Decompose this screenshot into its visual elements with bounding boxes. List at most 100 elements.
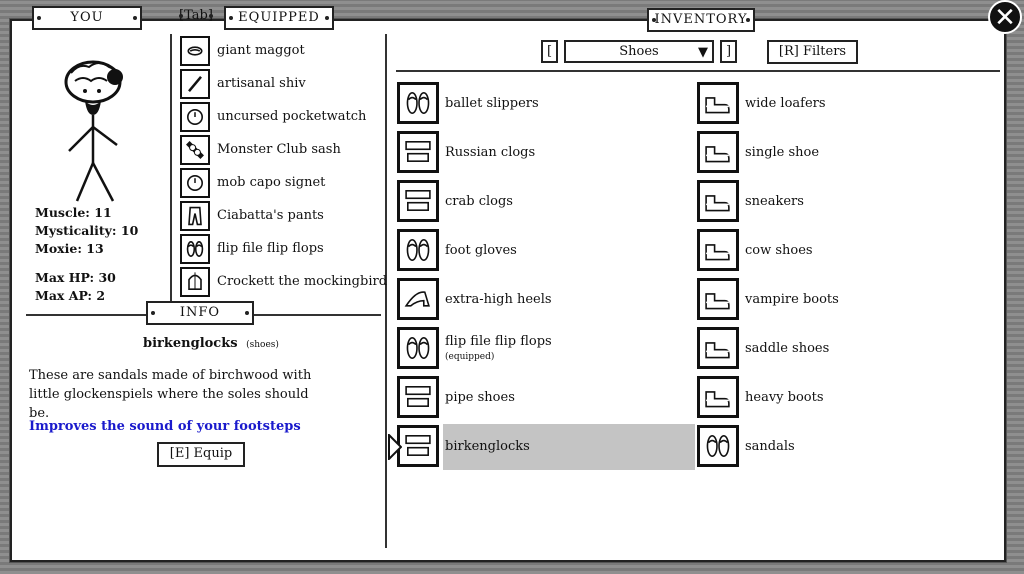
inventory-item-label: single shoe bbox=[745, 145, 819, 160]
inventory-item-name: extra-high heels bbox=[445, 291, 552, 307]
character-portrait bbox=[64, 60, 123, 202]
inventory-item-name: foot gloves bbox=[445, 242, 517, 258]
inventory-item-name: single shoe bbox=[745, 144, 820, 160]
chevron-down-icon: ▼ bbox=[698, 45, 708, 60]
equipped-marker: (equipped) bbox=[445, 352, 495, 362]
inventory-item[interactable]: birkenglocks bbox=[397, 423, 530, 469]
inventory-item-label: foot gloves bbox=[445, 243, 517, 258]
inventory-item-label: flip file flip flops (equipped) bbox=[445, 334, 552, 362]
equipped-slot[interactable]: uncursed pocketwatch bbox=[180, 101, 366, 132]
tab-key-hint: [Tab] bbox=[176, 6, 216, 30]
pocketwatch-icon bbox=[180, 101, 210, 132]
pipe-shoes-icon bbox=[397, 376, 439, 418]
category-dropdown[interactable]: Shoes ▼ bbox=[564, 40, 714, 63]
inventory-item-label: Russian clogs bbox=[445, 145, 535, 160]
inventory-item-name: sandals bbox=[745, 438, 795, 454]
inventory-item[interactable]: Russian clogs bbox=[397, 129, 535, 175]
tab-inventory[interactable]: INVENTORY bbox=[647, 8, 755, 32]
inventory-item[interactable]: saddle shoes bbox=[697, 325, 829, 371]
equip-button[interactable]: [E] Equip bbox=[157, 442, 245, 467]
inventory-item-label: ballet slippers bbox=[445, 96, 539, 111]
inventory-item[interactable]: heavy boots bbox=[697, 374, 824, 420]
flip-flops-icon bbox=[397, 327, 439, 369]
foot-gloves-icon bbox=[397, 229, 439, 271]
inventory-item-label: saddle shoes bbox=[745, 341, 829, 356]
equipped-slot[interactable]: Monster Club sash bbox=[180, 134, 341, 165]
inventory-item[interactable]: wide loafers bbox=[697, 80, 826, 126]
equipped-slot[interactable]: Crockett the mockingbird bbox=[180, 266, 387, 297]
stat-moxie: Moxie: 13 bbox=[35, 241, 104, 256]
stat-max-hp: Max HP: 30 bbox=[35, 270, 116, 285]
inventory-item[interactable]: pipe shoes bbox=[397, 374, 515, 420]
crab-clogs-icon bbox=[397, 180, 439, 222]
close-icon[interactable]: ✕ bbox=[988, 0, 1022, 34]
shiv-icon bbox=[180, 68, 210, 99]
inventory-item-label: wide loafers bbox=[745, 96, 826, 111]
equipped-slot-label: giant maggot bbox=[217, 43, 305, 58]
filters-button[interactable]: [R] Filters bbox=[767, 40, 858, 64]
equipped-slot-label: Monster Club sash bbox=[217, 142, 341, 157]
tab-you[interactable]: YOU bbox=[32, 6, 142, 30]
equipped-slot-label: Ciabatta's pants bbox=[217, 208, 324, 223]
inventory-item[interactable]: extra-high heels bbox=[397, 276, 552, 322]
birkenglocks-icon bbox=[397, 425, 439, 467]
sash-icon bbox=[180, 134, 210, 165]
inventory-item[interactable]: crab clogs bbox=[397, 178, 513, 224]
inventory-item[interactable]: cow shoes bbox=[697, 227, 813, 273]
tab-equipped[interactable]: EQUIPPED bbox=[224, 6, 334, 30]
selection-cursor-icon bbox=[388, 434, 402, 460]
stats-block: Muscle: 11 Mysticality: 10 Moxie: 13 bbox=[35, 204, 138, 258]
equipped-slot[interactable]: Ciabatta's pants bbox=[180, 200, 324, 231]
inventory-header-divider bbox=[396, 70, 1000, 72]
equipped-slot-label: Crockett the mockingbird bbox=[217, 274, 388, 289]
category-value: Shoes bbox=[619, 44, 659, 59]
inventory-item-label: cow shoes bbox=[745, 243, 813, 258]
inventory-item[interactable]: sneakers bbox=[697, 178, 804, 224]
sneakers-icon bbox=[697, 180, 739, 222]
inventory-item[interactable]: vampire boots bbox=[697, 276, 839, 322]
flip-flops-icon bbox=[180, 233, 210, 264]
prev-category-button[interactable]: [ bbox=[541, 40, 558, 63]
tab-info: INFO bbox=[146, 301, 254, 325]
inventory-item-name: vampire boots bbox=[745, 291, 839, 307]
inventory-item[interactable]: single shoe bbox=[697, 129, 819, 175]
inventory-item-label: crab clogs bbox=[445, 194, 513, 209]
stat-max-ap: Max AP: 2 bbox=[35, 288, 106, 303]
equipped-slot[interactable]: giant maggot bbox=[180, 35, 305, 66]
stat-muscle: Muscle: 11 bbox=[35, 205, 112, 220]
inventory-item[interactable]: sandals bbox=[697, 423, 795, 469]
next-category-button[interactable]: ] bbox=[720, 40, 737, 63]
equipped-slot[interactable]: artisanal shiv bbox=[180, 68, 306, 99]
inventory-item-label: vampire boots bbox=[745, 292, 839, 307]
info-item-title: birkenglocks bbox=[143, 336, 238, 351]
signet-ring-icon bbox=[180, 167, 210, 198]
inventory-item-label: sneakers bbox=[745, 194, 804, 209]
clogs-icon bbox=[397, 131, 439, 173]
inventory-item-name: heavy boots bbox=[745, 389, 824, 405]
equipped-slot[interactable]: flip file flip flops bbox=[180, 233, 324, 264]
inventory-item-name: cow shoes bbox=[745, 242, 813, 258]
ballet-slippers-icon bbox=[397, 82, 439, 124]
equipped-slot[interactable]: mob capo signet bbox=[180, 167, 325, 198]
inventory-item-name: flip file flip flops bbox=[445, 334, 552, 349]
loafers-icon bbox=[697, 82, 739, 124]
info-description: These are sandals made of birchwood with… bbox=[29, 368, 312, 421]
inventory-item-name: ballet slippers bbox=[445, 95, 539, 111]
saddle-shoes-icon bbox=[697, 327, 739, 369]
inventory-item-label: birkenglocks bbox=[445, 439, 530, 454]
info-effect: Improves the sound of your footsteps bbox=[29, 419, 301, 434]
inventory-item[interactable]: foot gloves bbox=[397, 227, 517, 273]
high-heels-icon bbox=[397, 278, 439, 320]
inventory-item-name: sneakers bbox=[745, 193, 804, 209]
equipped-slot-label: mob capo signet bbox=[217, 175, 326, 190]
vampire-boots-icon bbox=[697, 278, 739, 320]
equipped-slot-label: artisanal shiv bbox=[217, 76, 306, 91]
heavy-boots-icon bbox=[697, 376, 739, 418]
birdcage-icon bbox=[180, 266, 210, 297]
inventory-item-name: saddle shoes bbox=[745, 340, 830, 356]
stat-mysticality: Mysticality: 10 bbox=[35, 223, 139, 238]
equipped-slot-label: flip file flip flops bbox=[217, 241, 324, 256]
inventory-item[interactable]: ballet slippers bbox=[397, 80, 539, 126]
equipped-divider bbox=[170, 34, 172, 314]
inventory-item[interactable]: flip file flip flops (equipped) bbox=[397, 325, 552, 371]
